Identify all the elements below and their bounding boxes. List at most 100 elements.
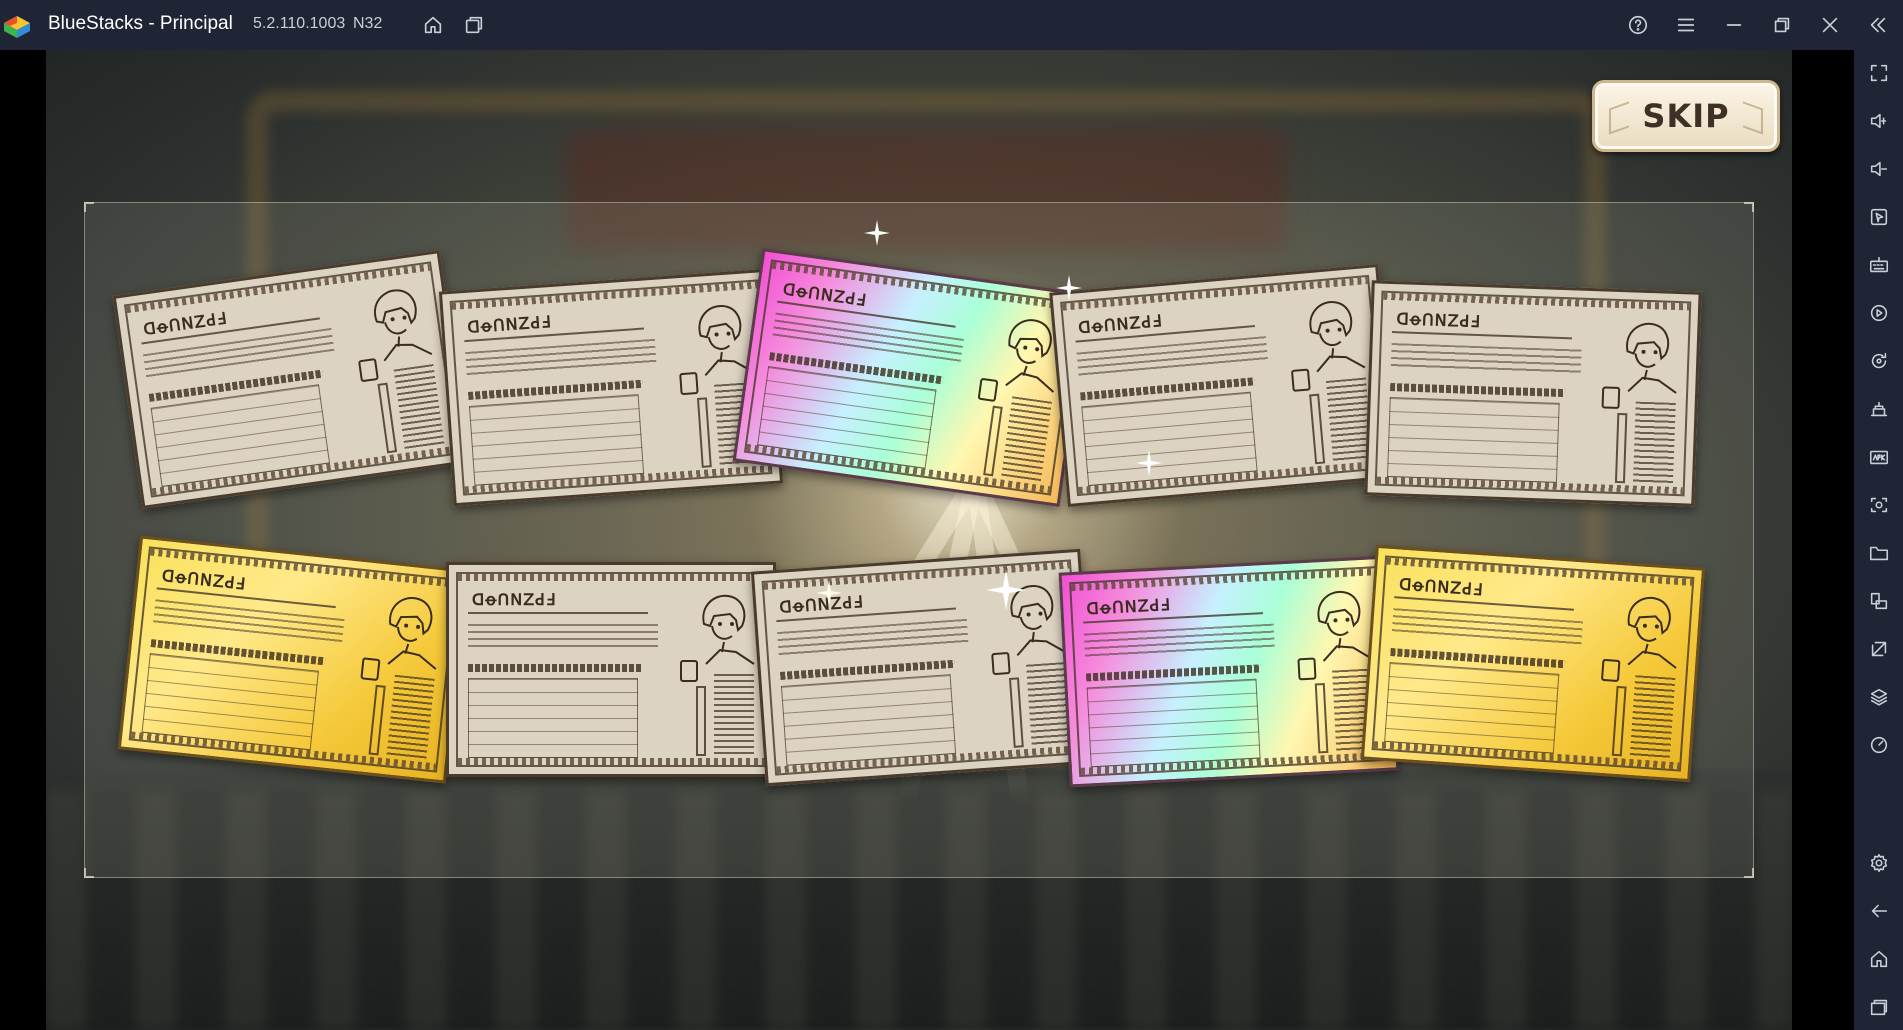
card-inner: ꓷꝋꓵꓠꓜꓒꓞ bbox=[761, 559, 1085, 776]
card-inner: ꓷꝋꓵꓠꓜꓒꓞ bbox=[1374, 290, 1692, 497]
home-icon[interactable] bbox=[421, 13, 445, 37]
card-gauge bbox=[983, 405, 1003, 477]
settings-icon[interactable] bbox=[1866, 850, 1892, 876]
pointer-icon[interactable] bbox=[1866, 204, 1892, 230]
multi-instance-icon[interactable] bbox=[462, 13, 486, 37]
card-border-pattern bbox=[458, 758, 764, 765]
folder-icon[interactable] bbox=[1866, 540, 1892, 566]
card-stat-table bbox=[1081, 391, 1258, 487]
panel-corner bbox=[84, 202, 94, 212]
summon-card-common[interactable]: ꓷꝋꓵꓠꓜꓒꓞ bbox=[750, 548, 1096, 787]
card-subheading bbox=[1389, 383, 1566, 398]
card-gauge bbox=[1611, 685, 1627, 757]
card-text-lines bbox=[1391, 608, 1584, 648]
keyboard-icon[interactable] bbox=[1866, 252, 1892, 278]
card-stripes bbox=[1629, 675, 1676, 760]
card-border-pattern bbox=[458, 574, 764, 581]
fullscreen-icon[interactable] bbox=[1866, 60, 1892, 86]
card-inner: ꓷꝋꓵꓠꓜꓒꓞ bbox=[1060, 274, 1386, 497]
card-glyph-title: ꓷꝋꓵꓠꓜꓒꓞ bbox=[466, 312, 552, 337]
summon-card-gold[interactable]: ꓷꝋꓵꓠꓜꓒꓞ bbox=[117, 535, 469, 784]
screenshot-icon[interactable] bbox=[1866, 492, 1892, 518]
close-icon[interactable] bbox=[1818, 13, 1842, 37]
restore-icon[interactable] bbox=[1770, 13, 1794, 37]
card-stat-table bbox=[1086, 678, 1261, 768]
panel-corner bbox=[84, 868, 94, 878]
card-gauge bbox=[377, 382, 398, 454]
summon-card-common[interactable]: ꓷꝋꓵꓠꓜꓒꓞ bbox=[112, 250, 470, 509]
card-subheading bbox=[468, 664, 643, 672]
skip-button[interactable]: SKIP bbox=[1592, 80, 1780, 152]
card-gauge bbox=[368, 684, 386, 756]
skip-label: SKIP bbox=[1642, 97, 1730, 135]
recents-icon[interactable] bbox=[1866, 994, 1892, 1020]
sparkle-icon bbox=[816, 580, 842, 606]
card-glyph-title: ꓷꝋꓵꓠꓜꓒꓞ bbox=[1086, 594, 1171, 619]
summon-card-common[interactable]: ꓷꝋꓵꓠꓜꓒꓞ bbox=[446, 562, 776, 777]
collapse-sidebar-icon[interactable] bbox=[1866, 13, 1890, 37]
card-gauge bbox=[1614, 412, 1628, 484]
volume-up-icon[interactable] bbox=[1866, 108, 1892, 134]
bluestacks-logo-icon bbox=[4, 16, 30, 38]
back-icon[interactable] bbox=[1866, 898, 1892, 924]
layers-icon[interactable] bbox=[1866, 684, 1892, 710]
card-text-lines bbox=[1390, 343, 1582, 376]
card-header: ꓷꝋꓵꓠꓜꓒꓞ bbox=[1081, 588, 1264, 624]
summon-card-rainbow[interactable]: ꓷꝋꓵꓠꓜꓒꓞ bbox=[1058, 555, 1400, 788]
skip-decoration bbox=[1609, 101, 1629, 135]
card-gauge bbox=[1309, 393, 1326, 465]
title-bar: BlueStacks - Principal 5.2.110.1003 N32 bbox=[0, 0, 1903, 50]
character-portrait-icon bbox=[1309, 301, 1366, 373]
card-glyph-title: ꓷꝋꓵꓠꓜꓒꓞ bbox=[142, 308, 229, 339]
card-stat-table bbox=[1386, 397, 1560, 483]
card-header: ꓷꝋꓵꓠꓜꓒꓞ bbox=[468, 588, 648, 614]
game-viewport[interactable]: ꓷꝋꓵꓠꓜꓒꓞ ꓷꝋꓵꓠꓜꓒꓞ ꓷꝋꓵꓠꓜꓒꓞ ꓷꝋꓵꓠꓜꓒꓞ ꓷꝋꓵꓠꓜꓒꓞ ꓷꝋꓵꓠꓜ… bbox=[46, 50, 1792, 1030]
character-portrait-icon bbox=[374, 289, 433, 362]
card-badge bbox=[1600, 658, 1621, 683]
card-header: ꓷꝋꓵꓠꓜꓒꓞ bbox=[774, 583, 957, 623]
card-text-lines bbox=[468, 624, 658, 650]
card-badge bbox=[360, 657, 381, 682]
card-glyph-title: ꓷꝋꓵꓠꓜꓒꓞ bbox=[472, 590, 557, 609]
sparkle-icon bbox=[1056, 275, 1082, 301]
android-home-icon[interactable] bbox=[1866, 946, 1892, 972]
card-inner: ꓷꝋꓵꓠꓜꓒꓞ bbox=[456, 572, 766, 767]
summon-card-rainbow[interactable]: ꓷꝋꓵꓠꓜꓒꓞ bbox=[732, 248, 1090, 507]
character-portrait-icon bbox=[1317, 590, 1373, 662]
card-badge bbox=[1290, 368, 1311, 392]
summon-card-common[interactable]: ꓷꝋꓵꓠꓜꓒꓞ bbox=[1049, 264, 1397, 507]
card-badge bbox=[1601, 386, 1621, 410]
rotate-icon[interactable] bbox=[1866, 348, 1892, 374]
summon-card-gold[interactable]: ꓷꝋꓵꓠꓜꓒꓞ bbox=[1360, 544, 1706, 783]
card-stat-table bbox=[780, 674, 957, 766]
card-inner: ꓷꝋꓵꓠꓜꓒꓞ bbox=[1371, 555, 1695, 772]
character-portrait-icon bbox=[702, 594, 755, 665]
skip-decoration bbox=[1743, 101, 1763, 135]
card-header: ꓷꝋꓵꓠꓜꓒꓞ bbox=[1394, 572, 1576, 611]
eco-mode-icon[interactable] bbox=[1866, 636, 1892, 662]
summon-card-common[interactable]: ꓷꝋꓵꓠꓜꓒꓞ bbox=[1364, 280, 1702, 507]
character-portrait-icon bbox=[698, 305, 754, 377]
volume-down-icon[interactable] bbox=[1866, 156, 1892, 182]
card-badge bbox=[358, 357, 379, 383]
multi-window-icon[interactable] bbox=[1866, 588, 1892, 614]
build-label: N32 bbox=[353, 15, 383, 32]
card-stripes bbox=[1632, 401, 1676, 485]
card-text-lines bbox=[465, 338, 657, 379]
game-controls-icon[interactable] bbox=[1866, 396, 1892, 422]
panel-corner bbox=[1744, 868, 1754, 878]
card-gauge bbox=[696, 397, 712, 468]
performance-icon[interactable] bbox=[1866, 732, 1892, 758]
card-stat-table bbox=[1384, 662, 1560, 754]
macro-play-icon[interactable] bbox=[1866, 300, 1892, 326]
apk-install-icon[interactable] bbox=[1866, 444, 1892, 470]
minimize-icon[interactable] bbox=[1722, 13, 1746, 37]
help-icon[interactable] bbox=[1626, 13, 1650, 37]
card-badge bbox=[680, 660, 698, 682]
menu-icon[interactable] bbox=[1674, 13, 1698, 37]
card-header: ꓷꝋꓵꓠꓜꓒꓞ bbox=[462, 303, 645, 343]
card-stat-table bbox=[468, 394, 645, 486]
card-gauge bbox=[1314, 683, 1329, 754]
card-inner: ꓷꝋꓵꓠꓜꓒꓞ bbox=[123, 261, 459, 498]
summon-card-common[interactable]: ꓷꝋꓵꓠꓜꓒꓞ bbox=[438, 268, 784, 507]
